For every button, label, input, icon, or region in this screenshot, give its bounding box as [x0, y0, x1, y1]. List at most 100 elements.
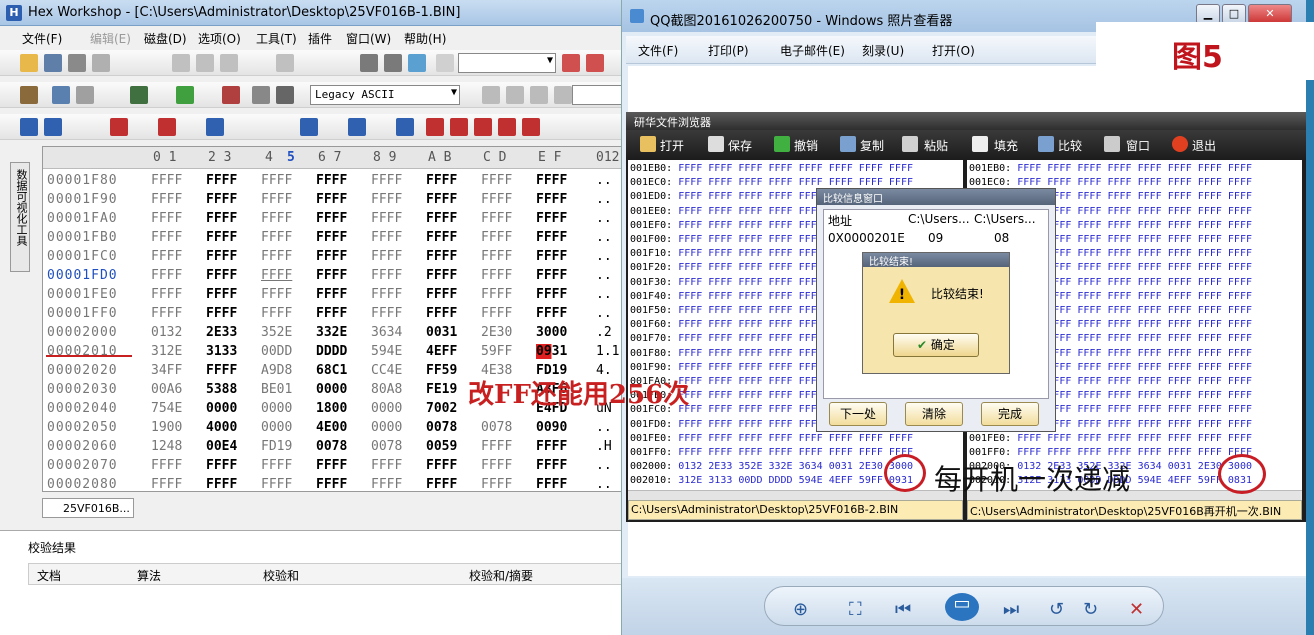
- hex-cell[interactable]: 0078: [316, 439, 347, 454]
- hex-cell[interactable]: FFFF: [371, 306, 402, 321]
- hex-cell[interactable]: 5388: [206, 382, 237, 397]
- encoding-select[interactable]: Legacy ASCII ▼: [310, 85, 460, 105]
- hex-cell[interactable]: 2E30: [481, 325, 512, 340]
- hex-cell[interactable]: FFFF: [536, 268, 567, 283]
- hex-cell[interactable]: FFFF: [206, 230, 237, 245]
- hex-cell[interactable]: FFFF: [151, 249, 182, 264]
- hex-row[interactable]: 00001FE0 FFFF FFFF FFFF FFFF FFFF FFFF FFFF FFFF…: [43, 287, 621, 306]
- hex-cell[interactable]: 0078: [481, 420, 512, 435]
- shift-left-icon[interactable]: [110, 118, 128, 136]
- hex-cell[interactable]: FFFF: [261, 458, 292, 473]
- hex-cell[interactable]: FFFF: [371, 192, 402, 207]
- cut-icon[interactable]: [172, 54, 190, 72]
- hex-cell[interactable]: FFFF: [316, 458, 347, 473]
- menu-plugins[interactable]: 插件: [308, 30, 332, 47]
- hammer-icon[interactable]: [20, 86, 38, 104]
- hex-cell[interactable]: 0132: [151, 325, 182, 340]
- hex-cell[interactable]: FFFF: [536, 458, 567, 473]
- hex-cell[interactable]: FFFF: [426, 211, 457, 226]
- hex-cell[interactable]: FFFF: [316, 249, 347, 264]
- hex-cell[interactable]: 80A8: [371, 382, 402, 397]
- replace-icon[interactable]: [384, 54, 402, 72]
- tool-fill[interactable]: 填充: [994, 137, 1018, 154]
- col-checksum[interactable]: 校验和: [263, 567, 299, 584]
- hex-cell[interactable]: FFFF: [261, 249, 292, 264]
- slideshow-icon[interactable]: ▭: [945, 593, 979, 621]
- previous-icon[interactable]: ⏮: [895, 599, 911, 620]
- menu-options[interactable]: 选项(O): [198, 30, 241, 47]
- hex-cell[interactable]: 0931: [536, 344, 568, 359]
- rotate-cw-icon[interactable]: ↻: [1083, 599, 1098, 620]
- file-tab[interactable]: 25VF016B...: [42, 498, 134, 518]
- undo-icon[interactable]: [276, 54, 294, 72]
- hex-cell[interactable]: FFFF: [206, 458, 237, 473]
- hex-row[interactable]: 00001F90 FFFF FFFF FFFF FFFF FFFF FFFF FFFF FFFF…: [43, 192, 621, 211]
- hex-cell[interactable]: FFFF: [426, 306, 457, 321]
- menu-disk[interactable]: 磁盘(D): [144, 30, 187, 47]
- hex-cell[interactable]: FFFF: [426, 477, 457, 491]
- hex-cell[interactable]: FFFF: [371, 458, 402, 473]
- hex-cell[interactable]: 3133: [206, 344, 237, 359]
- hex-cell[interactable]: FFFF: [426, 192, 457, 207]
- fit-icon[interactable]: ⛶: [849, 599, 862, 620]
- hex-cell[interactable]: FFFF: [371, 211, 402, 226]
- hex-cell[interactable]: 1900: [151, 420, 182, 435]
- hex-cell[interactable]: 0000: [371, 401, 402, 416]
- hex-cell[interactable]: 352E: [261, 325, 292, 340]
- hex-cell[interactable]: FFFF: [261, 287, 292, 302]
- hex-cell[interactable]: 754E: [151, 401, 182, 416]
- rotate-ccw-icon[interactable]: ↺: [1049, 599, 1064, 620]
- hex-cell[interactable]: FFFF: [151, 458, 182, 473]
- find-icon[interactable]: [360, 54, 378, 72]
- hex-cell[interactable]: 0000: [261, 420, 292, 435]
- hex-cell[interactable]: FFFF: [151, 192, 182, 207]
- hex-row[interactable]: 00002000 0132 2E33 352E 332E 3634 0031 2E30 3000…: [43, 325, 621, 344]
- hex-cell[interactable]: FFFF: [371, 173, 402, 188]
- chart-icon[interactable]: [222, 86, 240, 104]
- hex-cell[interactable]: FFFF: [151, 477, 182, 491]
- viewer-menu-open[interactable]: 打开(O): [932, 42, 975, 59]
- hex-cell[interactable]: 3000: [536, 325, 567, 340]
- hex-cell[interactable]: FFFF: [371, 287, 402, 302]
- hex-cell[interactable]: 00E4: [206, 439, 237, 454]
- hex-cell[interactable]: FFFF: [261, 230, 292, 245]
- hex-cell[interactable]: 1248: [151, 439, 182, 454]
- page-input[interactable]: [572, 85, 621, 105]
- hex-cell[interactable]: DDDD: [316, 344, 347, 359]
- hex-row[interactable]: 00002060 1248 00E4 FD19 0078 0078 0059 FFFF FFFF…: [43, 439, 621, 458]
- compare-icon[interactable]: [52, 86, 70, 104]
- hex-cell[interactable]: FFFF: [536, 306, 567, 321]
- hex-cell[interactable]: FFFF: [481, 306, 512, 321]
- hex-cell[interactable]: 1800: [316, 401, 347, 416]
- case-toggle-icon[interactable]: [522, 118, 540, 136]
- hex-cell[interactable]: 34FF: [151, 363, 182, 378]
- find-prev-icon[interactable]: [562, 54, 580, 72]
- viewer-menu-file[interactable]: 文件(F): [638, 42, 678, 59]
- next-icon[interactable]: ⏭: [1003, 599, 1019, 620]
- menu-edit[interactable]: 编辑(E): [90, 30, 131, 47]
- checksum-icon[interactable]: [76, 86, 94, 104]
- hex-cell[interactable]: FFFF: [481, 439, 512, 454]
- hex-cell[interactable]: FFFF: [481, 230, 512, 245]
- hex-cell[interactable]: FFFF: [261, 211, 292, 226]
- ok-button[interactable]: ✔ 确定: [893, 333, 979, 357]
- hex-cell[interactable]: FFFF: [151, 268, 182, 283]
- hex-cell[interactable]: FFFF: [206, 306, 237, 321]
- hex-cell[interactable]: FFFF: [206, 268, 237, 283]
- hex-cell[interactable]: FFFF: [316, 287, 347, 302]
- hex-cell[interactable]: FFFF: [536, 249, 567, 264]
- hex-cell[interactable]: 0000: [316, 382, 347, 397]
- print-icon[interactable]: [68, 54, 86, 72]
- properties-icon[interactable]: [92, 54, 110, 72]
- col-algorithm[interactable]: 算法: [137, 567, 161, 584]
- hex-cell[interactable]: FFFF: [426, 458, 457, 473]
- hex-cell[interactable]: FFFF: [261, 173, 292, 188]
- hex-cell[interactable]: FFFF: [536, 477, 567, 491]
- hex-cell[interactable]: 594E: [371, 344, 402, 359]
- hex-cell[interactable]: FFFF: [316, 211, 347, 226]
- col-document[interactable]: 文档: [37, 567, 61, 584]
- hex-cell[interactable]: FFFF: [316, 477, 347, 491]
- swap-icon[interactable]: [20, 118, 38, 136]
- open-icon[interactable]: [20, 54, 38, 72]
- paste-icon[interactable]: [220, 54, 238, 72]
